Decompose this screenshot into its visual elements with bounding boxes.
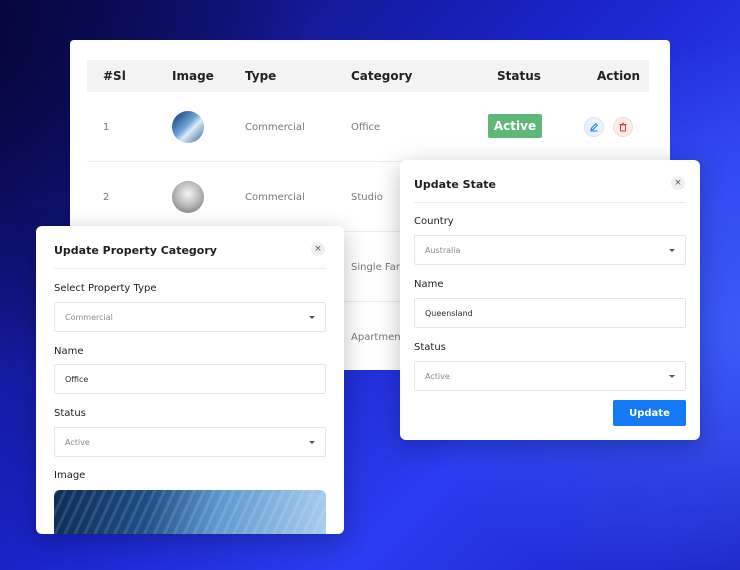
header-status: Status [497,69,541,83]
row-sl: 1 [103,122,110,133]
status-select[interactable]: Active [414,361,686,391]
country-select[interactable]: Australia [414,235,686,265]
trash-icon [619,122,627,132]
image-label: Image [54,470,86,481]
category-image-preview[interactable] [54,490,326,534]
name-input-value: Queensland [425,309,473,318]
delete-button[interactable] [613,117,633,137]
status-select-value: Active [425,372,450,381]
row-type: Commercial [245,192,305,203]
status-label: Status [54,408,86,419]
office-building-thumbnail [172,111,204,143]
name-input-value: Office [65,375,89,384]
chevron-down-icon [669,249,675,252]
update-state-modal: Update State × Country Australia Name Qu… [400,160,700,440]
modal-title: Update Property Category [54,244,217,257]
close-button[interactable]: × [311,242,325,256]
row-category: Single Fan [351,262,403,273]
close-button[interactable]: × [671,176,685,190]
chevron-down-icon [309,441,315,444]
row-category: Office [351,122,381,133]
update-button[interactable]: Update [613,400,686,426]
country-select-value: Australia [425,246,461,255]
property-type-select-value: Commercial [65,313,113,322]
row-category: Studio [351,192,383,203]
name-label: Name [414,279,444,290]
studio-building-thumbnail [172,181,204,213]
update-property-category-modal: Update Property Category × Select Proper… [36,226,344,534]
header-sl: #Sl [103,69,126,83]
row-category: Apartmen [351,332,401,343]
divider [54,268,326,269]
chevron-down-icon [309,316,315,319]
table-header: #Sl Image Type Category Status Action [87,60,649,92]
chevron-down-icon [669,375,675,378]
status-badge: Active [488,114,542,138]
edit-icon [590,122,599,132]
name-input[interactable]: Queensland [414,298,686,328]
table-row: 1 Commercial Office Active [87,92,649,162]
divider [414,202,686,203]
property-type-select[interactable]: Commercial [54,302,326,332]
row-sl: 2 [103,192,110,203]
edit-button[interactable] [584,117,604,137]
header-category: Category [351,69,413,83]
status-select[interactable]: Active [54,427,326,457]
modal-title: Update State [414,178,496,191]
status-select-value: Active [65,438,90,447]
header-action: Action [597,69,641,83]
name-input[interactable]: Office [54,364,326,394]
row-type: Commercial [245,122,305,133]
status-label: Status [414,342,446,353]
name-label: Name [54,346,84,357]
header-image: Image [172,69,214,83]
close-icon: × [674,178,682,188]
property-type-label: Select Property Type [54,283,157,294]
close-icon: × [314,244,322,254]
header-type: Type [245,69,277,83]
country-label: Country [414,216,454,227]
